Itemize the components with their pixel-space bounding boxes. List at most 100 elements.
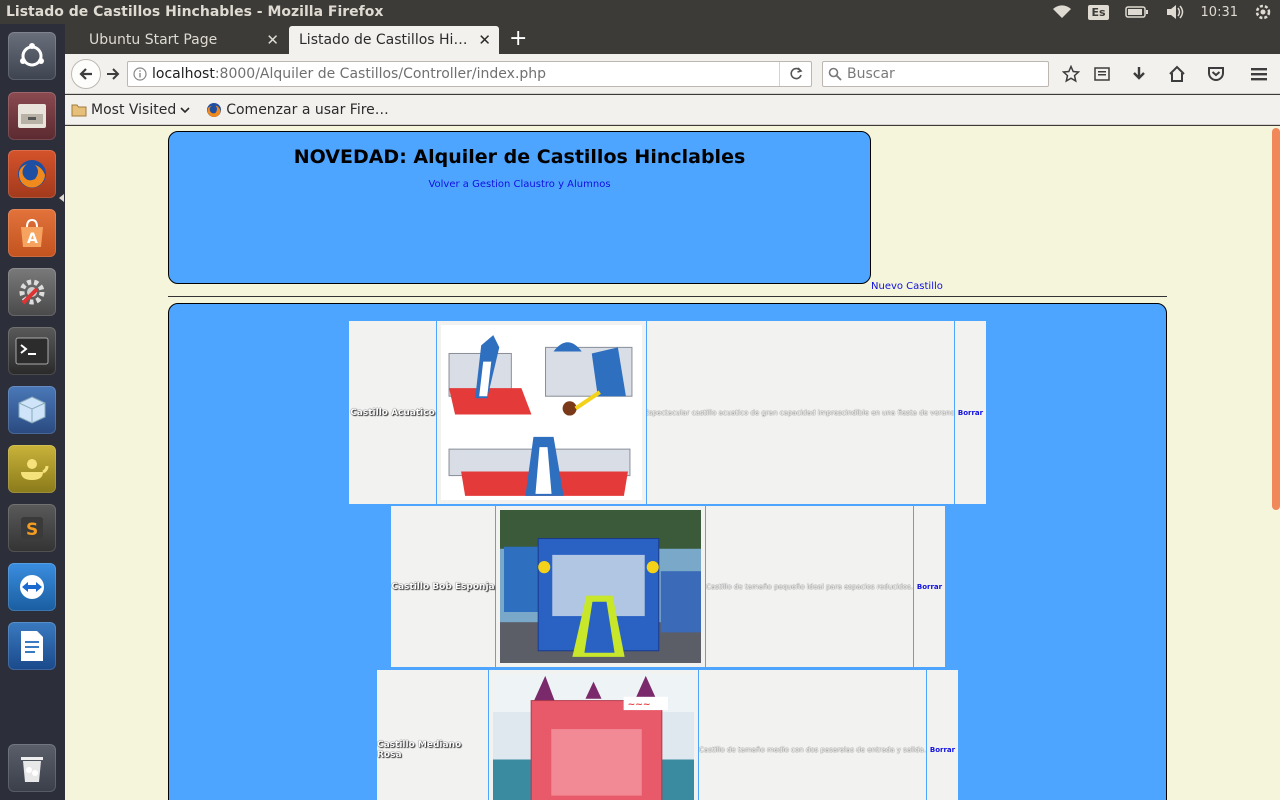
search-bar[interactable] bbox=[822, 61, 1049, 87]
castle-description: Castillo de tamaño pequeño ideal para es… bbox=[706, 506, 914, 667]
svg-text:S: S bbox=[26, 520, 38, 540]
reading-list-icon[interactable] bbox=[1090, 62, 1114, 86]
url-bar[interactable]: localhost:8000/Alquiler de Castillos/Con… bbox=[127, 61, 812, 87]
back-to-gestion-link-label: Volver a Gestion Claustro y Alumnos bbox=[428, 179, 611, 190]
launcher-genie[interactable] bbox=[6, 443, 58, 495]
castle-aquatic-image bbox=[441, 325, 642, 500]
close-tab-icon[interactable]: ✕ bbox=[266, 31, 279, 49]
volume-icon[interactable] bbox=[1157, 0, 1193, 24]
page-title: NOVEDAD: Alquiler de Castillos Hinclable… bbox=[293, 146, 746, 168]
menu-hamburger-icon[interactable] bbox=[1247, 62, 1271, 86]
bookmark-getting-started[interactable]: Comenzar a usar Fire… bbox=[200, 102, 389, 118]
sublime-icon: S bbox=[8, 504, 56, 552]
castle-image bbox=[437, 321, 647, 504]
tab-castillos[interactable]: Listado de Castillos Hi… ✕ bbox=[289, 26, 499, 54]
castle-description: Castillo de tamaño medio con dos pasarel… bbox=[699, 670, 927, 800]
wifi-icon[interactable] bbox=[1044, 0, 1080, 24]
svg-text:~~~: ~~~ bbox=[628, 700, 651, 710]
castle-bob-esponja-image bbox=[500, 510, 701, 663]
software-center-icon: A bbox=[8, 209, 56, 257]
keyboard-layout-label: Es bbox=[1088, 4, 1109, 20]
launcher: A S bbox=[0, 24, 65, 800]
chevron-down-icon bbox=[180, 102, 190, 118]
castle-name: Castillo Mediano Rosa bbox=[377, 670, 489, 800]
castle-image: ~~~ bbox=[489, 670, 699, 800]
launcher-software-center[interactable]: A bbox=[6, 207, 58, 259]
keyboard-layout-indicator[interactable]: Es bbox=[1080, 0, 1116, 24]
site-info-icon[interactable] bbox=[128, 67, 152, 81]
castle-name: Castillo Acuatico bbox=[349, 321, 437, 504]
tab-label: Ubuntu Start Page bbox=[89, 32, 218, 48]
bookmarks-toolbar: Most Visited Comenzar a usar Fire… bbox=[65, 95, 1280, 125]
cube-icon bbox=[8, 386, 56, 434]
launcher-system-settings[interactable] bbox=[6, 266, 58, 318]
folder-icon bbox=[71, 104, 87, 116]
launcher-virtualbox[interactable] bbox=[6, 384, 58, 436]
castle-row: Castillo Acuatico Espectacular castillo … bbox=[349, 321, 987, 504]
header-box: NOVEDAD: Alquiler de Castillos Hinclable… bbox=[168, 131, 871, 284]
ubuntu-logo-icon bbox=[8, 32, 56, 80]
castles-list: Castillo Acuatico Espectacular castillo … bbox=[168, 303, 1167, 800]
firefox-icon bbox=[8, 150, 56, 198]
delete-castle-link[interactable]: Borrar bbox=[914, 506, 946, 667]
window-title: Listado de Castillos Hinchables - Mozill… bbox=[6, 4, 384, 20]
close-tab-icon[interactable]: ✕ bbox=[478, 31, 491, 49]
tab-bar: Ubuntu Start Page ✕ Listado de Castillos… bbox=[65, 24, 1280, 54]
lamp-icon bbox=[8, 445, 56, 493]
castle-image bbox=[496, 506, 706, 667]
castle-description: Espectacular castillo acuatico de gran c… bbox=[647, 321, 955, 504]
delete-castle-link[interactable]: Borrar bbox=[927, 670, 959, 800]
launcher-active-arrow bbox=[59, 194, 64, 202]
ubuntu-dash-button[interactable] bbox=[6, 30, 58, 82]
forward-button[interactable] bbox=[102, 65, 124, 83]
bookmark-label: Most Visited bbox=[91, 101, 177, 118]
firefox-window: Ubuntu Start Page ✕ Listado de Castillos… bbox=[65, 24, 1280, 800]
launcher-trash[interactable] bbox=[6, 742, 58, 794]
battery-icon[interactable] bbox=[1117, 0, 1157, 24]
firefox-icon bbox=[207, 102, 222, 117]
home-icon[interactable] bbox=[1165, 62, 1189, 86]
scrollbar-thumb[interactable] bbox=[1272, 128, 1280, 510]
power-gear-icon[interactable] bbox=[1246, 0, 1280, 24]
downloads-icon[interactable] bbox=[1127, 62, 1151, 86]
teamviewer-icon bbox=[8, 563, 56, 611]
tab-label: Listado de Castillos Hi… bbox=[299, 32, 468, 48]
terminal-icon bbox=[8, 327, 56, 375]
url-path: :8000/Alquiler de Castillos/Controller/i… bbox=[214, 66, 547, 82]
delete-castle-link[interactable]: Borrar bbox=[955, 321, 987, 504]
castle-mediano-rosa-image: ~~~ bbox=[493, 674, 694, 800]
url-host: localhost bbox=[152, 66, 215, 82]
reload-icon[interactable] bbox=[779, 62, 811, 86]
launcher-teamviewer[interactable] bbox=[6, 561, 58, 613]
bookmark-label: Comenzar a usar Fire… bbox=[226, 101, 389, 118]
clock[interactable]: 10:31 bbox=[1193, 0, 1246, 24]
navigation-toolbar: localhost:8000/Alquiler de Castillos/Con… bbox=[65, 54, 1280, 94]
svg-text:A: A bbox=[27, 231, 38, 247]
back-to-gestion-link[interactable]: Volver a Gestion Claustro y Alumnos bbox=[169, 179, 870, 190]
new-tab-plus-icon[interactable]: + bbox=[509, 28, 527, 50]
launcher-terminal[interactable] bbox=[6, 325, 58, 377]
launcher-firefox[interactable] bbox=[6, 148, 58, 200]
launcher-sublime[interactable]: S bbox=[6, 502, 58, 554]
search-icon bbox=[823, 67, 847, 81]
divider bbox=[168, 296, 1167, 297]
tab-ubuntu-start-page[interactable]: Ubuntu Start Page ✕ bbox=[79, 26, 287, 54]
forward-arrow-icon bbox=[107, 68, 120, 80]
bookmark-most-visited[interactable]: Most Visited bbox=[65, 102, 190, 118]
launcher-files[interactable] bbox=[6, 90, 58, 142]
new-castle-link[interactable]: Nuevo Castillo bbox=[871, 281, 943, 292]
castle-row: Castillo Bob Esponja Castillo de tamaño … bbox=[391, 506, 946, 667]
page-scrollbar[interactable] bbox=[1270, 126, 1280, 800]
settings-gear-icon bbox=[8, 268, 56, 316]
trash-icon bbox=[8, 744, 56, 792]
pocket-icon[interactable] bbox=[1204, 62, 1228, 86]
search-input[interactable] bbox=[847, 66, 1037, 82]
back-button[interactable] bbox=[71, 59, 101, 89]
bookmark-star-icon[interactable] bbox=[1059, 62, 1083, 86]
castle-row: Castillo Mediano Rosa ~~~ Castillo de ta… bbox=[377, 670, 959, 800]
launcher-writer[interactable] bbox=[6, 620, 58, 672]
indicator-area: Es 10:31 bbox=[1044, 0, 1280, 24]
web-page: NOVEDAD: Alquiler de Castillos Hinclable… bbox=[65, 126, 1270, 800]
writer-document-icon bbox=[8, 622, 56, 670]
top-panel: Listado de Castillos Hinchables - Mozill… bbox=[0, 0, 1280, 24]
